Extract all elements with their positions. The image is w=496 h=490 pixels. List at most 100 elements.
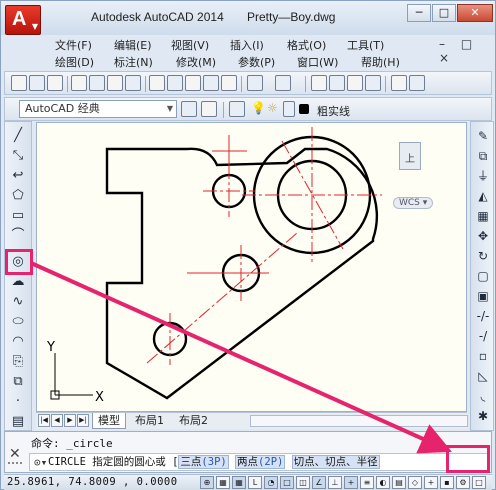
paste-icon[interactable]	[185, 75, 201, 91]
option-tan-tan-radius[interactable]: 切点、切点、半径	[291, 455, 380, 469]
extend-icon[interactable]: -/	[475, 328, 491, 344]
lineweight-icon[interactable]: ≡	[360, 476, 374, 489]
infer-constraints-icon[interactable]: ⊕	[200, 476, 214, 489]
array-icon[interactable]: ▦	[475, 208, 491, 224]
lightbulb-icon[interactable]: 💡	[251, 101, 267, 117]
snap-mode-icon[interactable]: ▦	[216, 476, 230, 489]
stretch-icon[interactable]: ▣	[475, 288, 491, 304]
insert-block-icon[interactable]: ⎘	[10, 354, 26, 370]
minimize-button[interactable]: ─	[407, 4, 431, 22]
application-menu-button[interactable]: A ▼	[5, 5, 41, 35]
properties-icon[interactable]	[391, 75, 407, 91]
horizontal-scrollbar[interactable]	[250, 415, 468, 427]
polar-tracking-icon[interactable]: ◔	[264, 476, 278, 489]
object-snap-icon[interactable]: □	[280, 476, 294, 489]
revision-cloud-icon[interactable]: ☁	[10, 274, 26, 290]
pan-icon[interactable]	[311, 75, 327, 91]
prev-tab-icon[interactable]: ◀	[51, 414, 63, 427]
menu-file[interactable]: 文件(F)	[55, 37, 92, 53]
menu-help[interactable]: 帮助(H)	[361, 54, 400, 70]
close-button[interactable]: ✕	[457, 4, 493, 22]
zoom-previous-icon[interactable]	[365, 75, 381, 91]
menu-edit[interactable]: 编辑(E)	[114, 37, 152, 53]
design-center-icon[interactable]	[409, 75, 425, 91]
mirror-icon[interactable]: ⏚	[475, 168, 491, 184]
clean-screen-icon[interactable]: □	[472, 476, 486, 489]
fillet-icon[interactable]: ◟	[475, 388, 491, 404]
ellipse-arc-icon[interactable]: ◠	[10, 334, 26, 350]
trim-icon[interactable]: -/-	[475, 308, 491, 324]
dynamic-input-icon[interactable]: +	[344, 476, 358, 489]
sun-icon[interactable]: ☼	[267, 101, 283, 117]
chamfer-icon[interactable]: ◺	[475, 368, 491, 384]
tab-layout2[interactable]: 布局2	[174, 413, 213, 429]
offset-icon[interactable]: ◭	[475, 188, 491, 204]
next-tab-icon[interactable]: ▶	[64, 414, 76, 427]
grid-display-icon[interactable]: ▦	[232, 476, 246, 489]
match-properties-icon[interactable]	[203, 75, 219, 91]
wcs-menu[interactable]: WCS ▾	[393, 197, 434, 209]
copy-icon[interactable]	[167, 75, 183, 91]
menu-draw[interactable]: 绘图(D)	[55, 54, 94, 70]
layer-color-swatch[interactable]	[299, 104, 309, 114]
polyline-icon[interactable]: ↩	[10, 168, 26, 184]
point-icon[interactable]: ·	[10, 394, 26, 410]
scale-icon[interactable]: ▢	[475, 268, 491, 284]
polygon-icon[interactable]: ⬠	[10, 188, 26, 204]
save-icon[interactable]	[47, 75, 63, 91]
line-icon[interactable]: ╱	[10, 128, 26, 144]
ellipse-icon[interactable]: ⬭	[10, 314, 26, 330]
print-icon[interactable]	[71, 75, 87, 91]
break-icon[interactable]: ▫	[475, 348, 491, 364]
menu-view[interactable]: 视图(V)	[171, 37, 209, 53]
cut-icon[interactable]	[149, 75, 165, 91]
3d-object-snap-icon[interactable]: ◫	[296, 476, 310, 489]
construction-line-icon[interactable]: ⤡	[10, 148, 26, 164]
document-window-controls[interactable]: – □ ×	[439, 37, 495, 65]
tab-layout1[interactable]: 布局1	[130, 413, 169, 429]
menu-tools[interactable]: 工具(T)	[347, 37, 384, 53]
transparency-icon[interactable]: ◐	[376, 476, 390, 489]
menu-window[interactable]: 窗口(W)	[297, 54, 338, 70]
layer-properties-icon[interactable]	[229, 101, 245, 117]
dynamic-ucs-icon[interactable]: ⊥	[328, 476, 342, 489]
spline-icon[interactable]: ∿	[10, 294, 26, 310]
publish-icon[interactable]	[107, 75, 123, 91]
tab-model[interactable]: 模型	[92, 413, 126, 429]
rectangle-icon[interactable]: ▭	[10, 208, 26, 224]
redo-icon[interactable]	[275, 75, 291, 91]
menu-format[interactable]: 格式(O)	[287, 37, 326, 53]
workspace-settings-icon[interactable]	[181, 101, 197, 117]
open-file-icon[interactable]	[29, 75, 45, 91]
annotation-monitor-icon[interactable]: +	[424, 476, 438, 489]
command-customize-icon[interactable]: ⊙▾	[34, 455, 47, 470]
menu-dimension[interactable]: 标注(N)	[114, 54, 153, 70]
object-snap-tracking-icon[interactable]: ∠	[312, 476, 326, 489]
quick-properties-icon[interactable]: ▤	[392, 476, 406, 489]
hatch-icon[interactable]: ▤	[10, 414, 26, 430]
menu-insert[interactable]: 插入(I)	[230, 37, 264, 53]
close-icon[interactable]: ✕	[9, 446, 21, 462]
command-input[interactable]: ⊙▾ CIRCLE 指定圆的圆心或 [三点(3P) 两点(2P) 切点、切点、半…	[29, 453, 489, 471]
model-space-icon[interactable]: ▪	[440, 476, 454, 489]
workspace-dropdown[interactable]: AutoCAD 经典 ▼	[19, 100, 177, 118]
option-two-point[interactable]: 两点(2P)	[235, 455, 286, 469]
selection-cycling-icon[interactable]: ◇	[408, 476, 422, 489]
3d-dwf-icon[interactable]	[125, 75, 141, 91]
viewcube[interactable]: 上	[399, 142, 421, 170]
print-preview-icon[interactable]	[89, 75, 105, 91]
arc-icon[interactable]: ⌒	[10, 228, 26, 244]
drag-handle[interactable]	[8, 462, 22, 470]
zoom-realtime-icon[interactable]	[329, 75, 345, 91]
move-icon[interactable]: ✥	[475, 228, 491, 244]
menu-parametric[interactable]: 参数(P)	[238, 54, 275, 70]
new-file-icon[interactable]	[11, 75, 27, 91]
undo-icon[interactable]	[247, 75, 263, 91]
menu-modify[interactable]: 修改(M)	[176, 54, 216, 70]
option-three-point[interactable]: 三点(3P)	[178, 455, 229, 469]
block-editor-icon[interactable]	[221, 75, 237, 91]
layer-lock-icon[interactable]	[283, 101, 295, 117]
ortho-mode-icon[interactable]: L	[248, 476, 262, 489]
last-tab-icon[interactable]: ▶|	[77, 414, 89, 427]
make-block-icon[interactable]: ⧉	[10, 374, 26, 390]
